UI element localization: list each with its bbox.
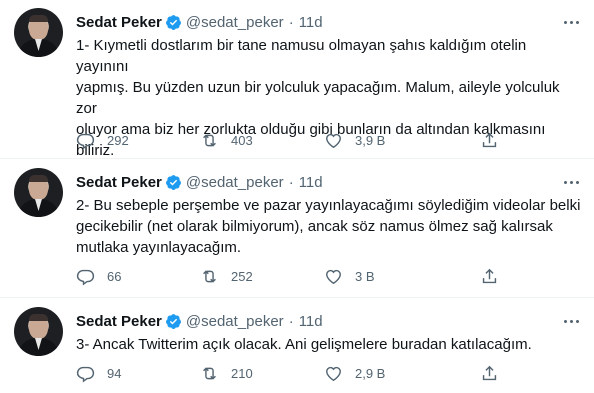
reply-button[interactable]: 66 <box>76 267 121 286</box>
retweet-button[interactable]: 210 <box>200 364 253 383</box>
tweet-header: Sedat Peker @sedat_peker · 11d <box>76 172 323 192</box>
timestamp[interactable]: 11d <box>299 174 323 191</box>
share-button[interactable] <box>480 267 499 286</box>
share-icon <box>482 132 497 147</box>
timestamp[interactable]: 11d <box>299 14 323 31</box>
separator: · <box>288 13 294 31</box>
verified-badge-icon <box>165 313 182 330</box>
tweet-header: Sedat Peker @sedat_peker · 11d <box>76 12 323 32</box>
share-icon <box>482 365 497 380</box>
avatar[interactable] <box>14 8 63 57</box>
like-count: 2,9 B <box>355 365 386 381</box>
more-icon[interactable] <box>561 12 581 32</box>
retweet-icon <box>203 133 216 147</box>
retweet-count: 403 <box>231 132 253 148</box>
tweet-actions: 94 210 2,9 B <box>76 363 556 383</box>
tweet-2[interactable]: Sedat Peker @sedat_peker · 11d 2- Bu seb… <box>0 168 594 294</box>
like-count: 3,9 B <box>355 132 386 148</box>
retweet-count: 252 <box>231 268 253 284</box>
retweet-button[interactable]: 403 <box>200 131 253 150</box>
timestamp[interactable]: 11d <box>299 313 323 330</box>
share-icon <box>482 268 497 283</box>
reply-icon <box>76 133 95 149</box>
reply-button[interactable]: 292 <box>76 131 129 150</box>
more-icon[interactable] <box>561 311 581 331</box>
more-icon[interactable] <box>561 172 581 192</box>
tweet-actions: 66 252 3 B <box>76 266 556 286</box>
retweet-icon <box>203 269 216 283</box>
tweet-text: 3- Ancak Twitterim açık olacak. Ani geli… <box>76 336 532 353</box>
verified-badge-icon <box>165 174 182 191</box>
avatar[interactable] <box>14 168 63 217</box>
like-button[interactable]: 3,9 B <box>324 131 385 150</box>
retweet-button[interactable]: 252 <box>200 267 253 286</box>
separator: · <box>288 312 294 330</box>
share-button[interactable] <box>480 364 499 383</box>
separator: · <box>288 173 294 191</box>
divider <box>0 158 594 159</box>
reply-count: 94 <box>107 365 122 381</box>
like-icon <box>326 133 341 148</box>
avatar[interactable] <box>14 307 63 356</box>
tweet-text: 2- Bu sebeple perşembe ve pazar yayınlay… <box>76 197 581 256</box>
reply-icon <box>76 366 95 382</box>
share-button[interactable] <box>480 131 499 150</box>
reply-count: 66 <box>107 268 122 284</box>
reply-button[interactable]: 94 <box>76 364 121 383</box>
author-name[interactable]: Sedat Peker <box>76 14 162 31</box>
retweet-icon <box>203 366 216 380</box>
like-icon <box>326 366 341 381</box>
author-name[interactable]: Sedat Peker <box>76 313 162 330</box>
like-button[interactable]: 3 B <box>324 267 375 286</box>
like-button[interactable]: 2,9 B <box>324 364 385 383</box>
like-count: 3 B <box>355 268 375 284</box>
author-handle[interactable]: @sedat_peker <box>186 174 284 191</box>
retweet-count: 210 <box>231 365 253 381</box>
author-handle[interactable]: @sedat_peker <box>186 313 284 330</box>
reply-count: 292 <box>107 132 129 148</box>
author-handle[interactable]: @sedat_peker <box>186 14 284 31</box>
tweet-3[interactable]: Sedat Peker @sedat_peker · 11d 3- Ancak … <box>0 307 594 391</box>
like-icon <box>326 269 341 284</box>
tweet-header: Sedat Peker @sedat_peker · 11d <box>76 311 323 331</box>
verified-badge-icon <box>165 14 182 31</box>
tweet-actions: 292 403 3,9 B <box>76 130 556 150</box>
tweet-1[interactable]: Sedat Peker @sedat_peker · 11d 1- Kıymet… <box>0 8 594 159</box>
divider <box>0 297 594 298</box>
reply-icon <box>76 269 95 285</box>
author-name[interactable]: Sedat Peker <box>76 174 162 191</box>
